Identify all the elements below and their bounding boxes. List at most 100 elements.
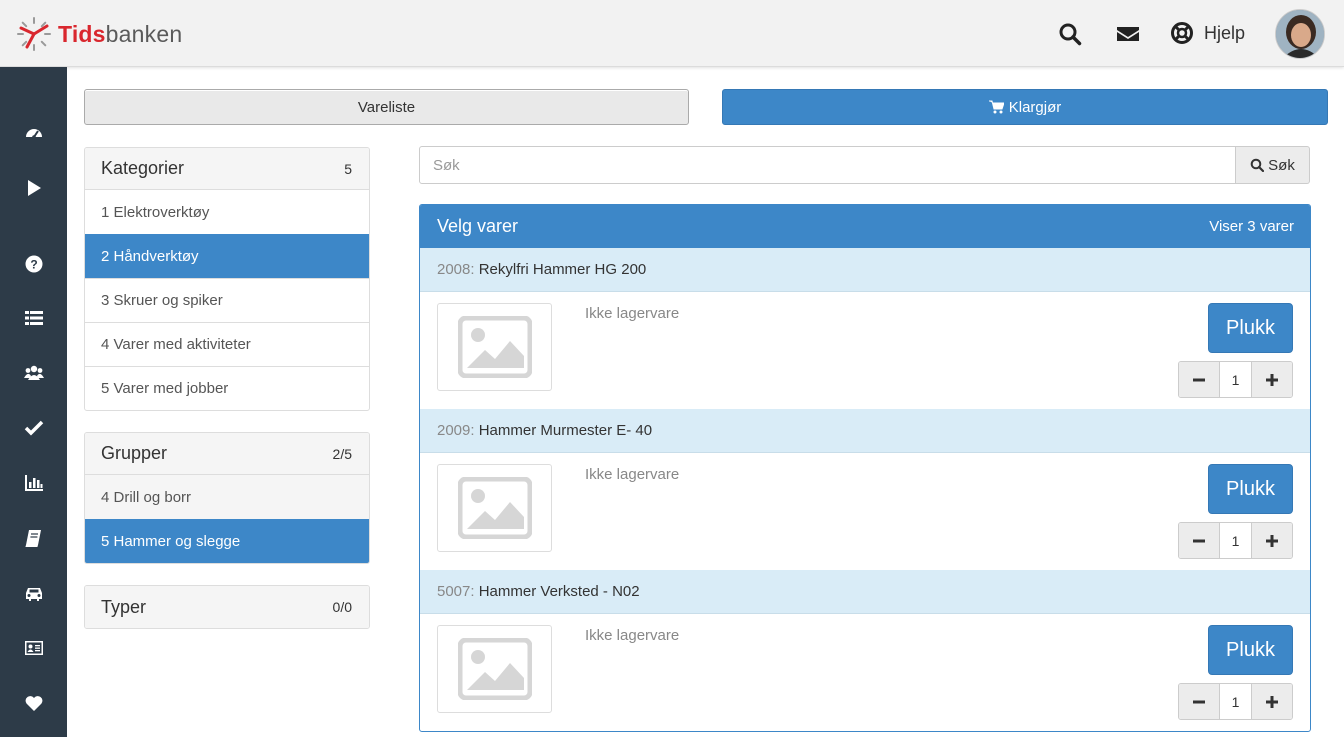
nav-help[interactable]: ? — [0, 246, 67, 282]
products-panel: Velg varer Viser 3 varer 2008: Rekylfri … — [419, 204, 1311, 732]
group-item[interactable]: 4 Drill og borr — [85, 475, 369, 519]
pick-button[interactable]: Plukk — [1208, 464, 1293, 514]
cart-icon — [988, 100, 1004, 114]
groups-list: 4 Drill og borr 5 Hammer og slegge — [85, 475, 369, 563]
categories-title: Kategorier — [101, 158, 185, 178]
side-navigation: ? — [0, 67, 67, 737]
product-thumbnail — [437, 303, 552, 391]
categories-panel: Kategorier 5 1 Elektroverktøy 2 Håndverk… — [84, 147, 370, 411]
product-code: 2008: — [437, 261, 475, 278]
lifebuoy-icon — [1171, 22, 1193, 44]
groups-title: Grupper — [101, 443, 168, 463]
brand-part-1: Tids — [58, 20, 106, 47]
product-name: Hammer Murmester E- 40 — [478, 422, 653, 439]
types-count: 0/0 — [332, 599, 352, 615]
nav-contacts[interactable] — [0, 630, 67, 666]
category-item[interactable]: 3 Skruer og spiker — [85, 278, 369, 322]
nav-vehicles[interactable] — [0, 575, 67, 611]
id-card-icon — [24, 641, 43, 655]
dashboard-icon — [25, 129, 42, 139]
decrease-button[interactable] — [1179, 684, 1219, 719]
quantity-value[interactable]: 1 — [1219, 362, 1252, 397]
image-placeholder-icon — [457, 638, 532, 700]
envelope-icon[interactable] — [1116, 22, 1140, 46]
search-button-label: Søk — [1268, 156, 1295, 174]
image-placeholder-icon — [457, 316, 532, 378]
product-header: 2008: Rekylfri Hammer HG 200 — [420, 248, 1310, 292]
decrease-button[interactable] — [1179, 523, 1219, 558]
pick-button[interactable]: Plukk — [1208, 303, 1293, 353]
nav-users[interactable] — [0, 355, 67, 391]
types-panel: Typer 0/0 — [84, 585, 370, 629]
stock-status: Ikke lagervare — [585, 305, 680, 322]
top-header: Tidsbanken Hjelp — [0, 0, 1344, 67]
nav-reports[interactable] — [0, 465, 67, 501]
quantity-value[interactable]: 1 — [1219, 684, 1252, 719]
car-icon — [25, 588, 42, 601]
nav-play[interactable] — [0, 170, 67, 206]
categories-count: 5 — [344, 160, 352, 177]
product-code: 2009: — [437, 422, 475, 439]
category-item[interactable]: 1 Elektroverktøy — [85, 190, 369, 234]
increase-button[interactable] — [1252, 684, 1292, 719]
types-header[interactable]: Typer 0/0 — [85, 586, 369, 628]
categories-list: 1 Elektroverktøy 2 Håndverktøy 3 Skruer … — [85, 190, 369, 410]
types-title: Typer — [101, 596, 147, 617]
quantity-value[interactable]: 1 — [1219, 523, 1252, 558]
categories-header: Kategorier 5 — [85, 148, 369, 190]
decrease-button[interactable] — [1179, 362, 1219, 397]
logo[interactable]: Tidsbanken — [16, 16, 182, 52]
product-thumbnail — [437, 625, 552, 713]
search-icon[interactable] — [1058, 22, 1082, 46]
vareliste-button[interactable]: Vareliste — [84, 89, 689, 125]
brand-part-2: banken — [105, 20, 183, 47]
pick-button[interactable]: Plukk — [1208, 625, 1293, 675]
stock-status: Ikke lagervare — [585, 627, 680, 644]
avatar[interactable] — [1275, 9, 1325, 59]
klargjor-button[interactable]: Klargjør — [722, 89, 1328, 125]
minus-icon — [1193, 378, 1205, 381]
search-button[interactable]: Søk — [1236, 146, 1310, 184]
groups-header: Grupper 2/5 — [85, 433, 369, 475]
nav-list[interactable] — [0, 300, 67, 336]
product-body: Ikke lagervare Plukk 1 — [420, 292, 1310, 409]
plus-icon — [1266, 695, 1278, 708]
bar-chart-icon — [24, 475, 43, 491]
category-item[interactable]: 2 Håndverktøy — [85, 234, 369, 278]
list-icon — [24, 311, 43, 325]
help-link[interactable]: Hjelp — [1170, 21, 1245, 45]
heart-icon — [25, 696, 42, 711]
increase-button[interactable] — [1252, 362, 1292, 397]
increase-button[interactable] — [1252, 523, 1292, 558]
logo-icon — [17, 17, 51, 51]
product-name: Rekylfri Hammer HG 200 — [478, 261, 647, 278]
group-item[interactable]: 5 Hammer og slegge — [85, 519, 369, 563]
klargjor-label: Klargjør — [1008, 98, 1062, 116]
minus-icon — [1193, 539, 1205, 542]
product-body: Ikke lagervare Plukk 1 — [420, 453, 1310, 570]
quantity-stepper: 1 — [1178, 522, 1293, 559]
product-name: Hammer Verksted - N02 — [478, 583, 640, 600]
users-icon — [23, 365, 44, 380]
category-item[interactable]: 5 Varer med jobber — [85, 366, 369, 410]
vareliste-label: Vareliste — [357, 98, 416, 116]
help-label: Hjelp — [1204, 22, 1246, 43]
product-header: 2009: Hammer Murmester E- 40 — [420, 409, 1310, 453]
product-thumbnail — [437, 464, 552, 552]
groups-count: 2/5 — [332, 445, 352, 462]
quantity-stepper: 1 — [1178, 683, 1293, 720]
nav-favorites[interactable] — [0, 685, 67, 721]
category-item[interactable]: 4 Varer med aktiviteter — [85, 322, 369, 366]
nav-tasks[interactable] — [0, 410, 67, 446]
user-photo — [1276, 10, 1324, 58]
minus-icon — [1193, 700, 1205, 703]
book-icon — [24, 530, 41, 547]
stock-status: Ikke lagervare — [585, 466, 680, 483]
nav-dashboard[interactable] — [0, 115, 67, 151]
product-header: 5007: Hammer Verksted - N02 — [420, 570, 1310, 614]
check-icon — [24, 420, 43, 436]
quantity-stepper: 1 — [1178, 361, 1293, 398]
search-input[interactable] — [419, 146, 1236, 184]
nav-book[interactable] — [0, 520, 67, 556]
plus-icon — [1266, 373, 1278, 386]
